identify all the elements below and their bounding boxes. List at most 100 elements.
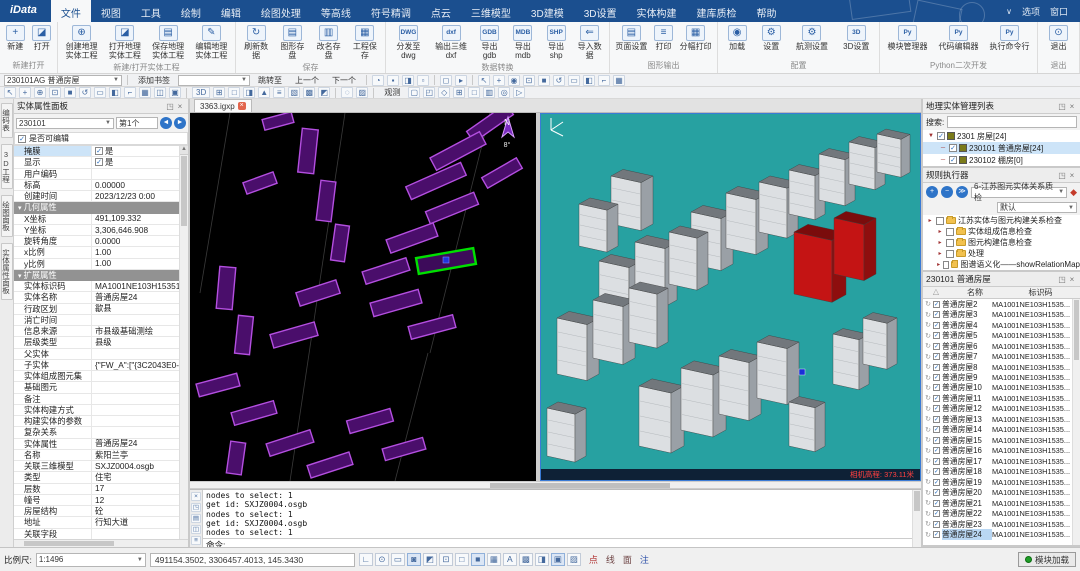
sort-icon[interactable]: △	[923, 287, 949, 298]
filter-icon[interactable]: ◆	[1070, 187, 1077, 198]
ribbon-button[interactable]: ◉加载	[725, 24, 750, 52]
checkbox-checked-icon[interactable]: ✓	[933, 489, 940, 496]
toolbar-icon[interactable]: □	[468, 87, 480, 98]
close-tab-icon[interactable]: ×	[238, 102, 246, 110]
scrollbar-thumb[interactable]	[1074, 300, 1079, 360]
float-console-icon[interactable]: ◳	[191, 503, 201, 512]
table-row[interactable]: ↻✓普通房屋16MA1001NE103H1535...	[923, 446, 1072, 456]
status-toggle-icon[interactable]: A	[503, 553, 517, 566]
edit-row-icon[interactable]: ↻	[923, 415, 933, 423]
map-2d-canvas[interactable]: N8°	[190, 113, 536, 481]
props-horizontal-scrollbar[interactable]	[14, 539, 188, 547]
toolbar-icon[interactable]: ▫	[417, 75, 429, 86]
viewport-2d-map[interactable]: N8°	[190, 113, 536, 481]
status-toggle-icon[interactable]: □	[455, 553, 469, 566]
float-panel-icon[interactable]: ◳	[165, 102, 175, 111]
status-toggle-icon[interactable]: ▣	[551, 553, 565, 566]
property-value[interactable]: 砼	[92, 506, 179, 516]
menu-item[interactable]: 帮助	[747, 0, 787, 22]
menu-item[interactable]: 编辑	[211, 0, 251, 22]
ribbon-button[interactable]: ▥改名存盘	[311, 24, 347, 61]
property-value[interactable]: 普通房屋24	[92, 439, 179, 449]
checkbox-checked-icon[interactable]: ✓	[933, 416, 940, 423]
rule-tree-item[interactable]: ▸处理	[923, 248, 1080, 259]
expander-icon[interactable]: ▸	[936, 250, 944, 257]
checkbox-checked-icon[interactable]: ✓	[933, 311, 940, 318]
checkbox-checked-icon[interactable]: ✓	[933, 322, 940, 329]
scroll-up-icon[interactable]: ▲	[180, 146, 188, 155]
menu-item[interactable]: 符号精调	[361, 0, 421, 22]
toolbar-icon[interactable]: ◎	[498, 87, 510, 98]
tree-line-icon[interactable]: ─	[939, 157, 947, 163]
edit-row-icon[interactable]: ↻	[923, 520, 933, 528]
search-input[interactable]	[947, 116, 1077, 128]
property-value[interactable]	[92, 349, 179, 359]
table-row[interactable]: ↻✓普通房屋19MA1001NE103H1535...	[923, 477, 1072, 487]
ribbon-button[interactable]: 3D3D设置	[840, 24, 872, 52]
rule-tree-item[interactable]: ▸图谱语义化——showRelationMap	[923, 259, 1080, 270]
expander-icon[interactable]: ▼	[927, 133, 935, 139]
scrollbar-thumb[interactable]	[24, 541, 114, 546]
table-row[interactable]: ↻✓普通房屋21MA1001NE103H1535...	[923, 498, 1072, 508]
ribbon-button[interactable]: ⊙退出	[1046, 24, 1071, 52]
property-value[interactable]: 1.00	[92, 259, 179, 269]
viewport-horizontal-scrollbar[interactable]	[190, 481, 921, 489]
view-3d-chip[interactable]: 3D	[192, 87, 210, 98]
checkbox-checked-icon[interactable]: ✓	[933, 332, 940, 339]
toolbar-icon[interactable]: ◨	[243, 87, 255, 98]
edit-row-icon[interactable]: ↻	[923, 478, 933, 486]
property-value[interactable]: 3,306,646.908	[92, 225, 179, 235]
goto-button[interactable]: 跳转至	[253, 75, 287, 86]
module-load-status-button[interactable]: 模块加载	[1018, 552, 1076, 567]
float-panel-icon[interactable]: ◳	[1057, 275, 1067, 284]
expander-icon[interactable]: ▸	[936, 261, 941, 268]
checkbox-checked-icon[interactable]: ✓	[933, 447, 940, 454]
edit-row-icon[interactable]: ↻	[923, 447, 933, 455]
checkbox-checked-icon[interactable]: ✓	[933, 426, 940, 433]
edit-row-icon[interactable]: ↻	[923, 489, 933, 497]
ribbon-button[interactable]: ▤页面设置	[612, 24, 650, 52]
table-row[interactable]: ↻✓普通房屋23MA1001NE103H1535...	[923, 519, 1072, 529]
ribbon-button[interactable]: ⇐导入数据	[572, 24, 607, 61]
checkbox-checked-icon[interactable]: ✓	[933, 468, 940, 475]
remove-rule-button[interactable]: −	[941, 186, 953, 198]
chevron-down-icon[interactable]: ∨	[1006, 7, 1012, 16]
close-panel-icon[interactable]: ×	[175, 102, 185, 111]
table-row[interactable]: ↻✓普通房屋22MA1001NE103H1535...	[923, 508, 1072, 518]
toolbar-icon[interactable]: ▧	[288, 87, 300, 98]
edit-row-icon[interactable]: ↻	[923, 311, 933, 319]
toolbar-icon[interactable]: ↺	[553, 75, 565, 86]
toolbar-icon[interactable]: ▪	[387, 75, 399, 86]
property-value[interactable]	[92, 371, 179, 381]
toolbar-icon[interactable]: ◨	[402, 75, 414, 86]
dock-tab-left[interactable]: 编码表	[1, 103, 13, 138]
checkbox-checked-icon[interactable]: ✓	[933, 437, 940, 444]
ribbon-button[interactable]: ◪打开	[29, 24, 54, 52]
ribbon-button[interactable]: ▤图形存盘	[274, 24, 310, 61]
property-value[interactable]: ✓是	[92, 146, 179, 156]
dock-tab-left[interactable]: 3D工程	[1, 144, 13, 189]
edit-row-icon[interactable]: ↻	[923, 499, 933, 507]
checkbox-checked-icon[interactable]: ✓	[933, 395, 940, 402]
entity-index-field[interactable]: 第1个	[116, 117, 158, 129]
property-value[interactable]: 市县级基础测绘	[92, 326, 179, 336]
close-panel-icon[interactable]: ×	[1067, 171, 1077, 180]
snap-mode-1[interactable]: 点	[585, 553, 602, 566]
table-row[interactable]: ↻✓普通房屋15MA1001NE103H1535...	[923, 435, 1072, 445]
add-bookmark-button[interactable]: 添加书签	[133, 75, 175, 86]
ribbon-button[interactable]: Py执行命令行	[987, 24, 1033, 52]
menu-item[interactable]: 等高线	[311, 0, 361, 22]
float-panel-icon[interactable]: ◳	[1057, 171, 1067, 180]
console-tool-icon[interactable]: ◫	[191, 525, 201, 534]
menu-item[interactable]: 建库质检	[687, 0, 747, 22]
menu-item[interactable]: 文件	[51, 0, 91, 22]
toolbar-icon[interactable]: ◇	[438, 87, 450, 98]
edit-row-icon[interactable]: ↻	[923, 405, 933, 413]
toolbar-icon[interactable]: ↖	[4, 87, 16, 98]
property-value[interactable]: 0.00000	[92, 180, 179, 190]
edit-row-icon[interactable]: ↻	[923, 300, 933, 308]
toolbar-icon[interactable]: ◔	[372, 75, 384, 86]
property-value[interactable]: 0.0000	[92, 236, 179, 246]
property-value[interactable]	[92, 169, 179, 179]
checkbox-checked-icon[interactable]: ✓	[933, 479, 940, 486]
